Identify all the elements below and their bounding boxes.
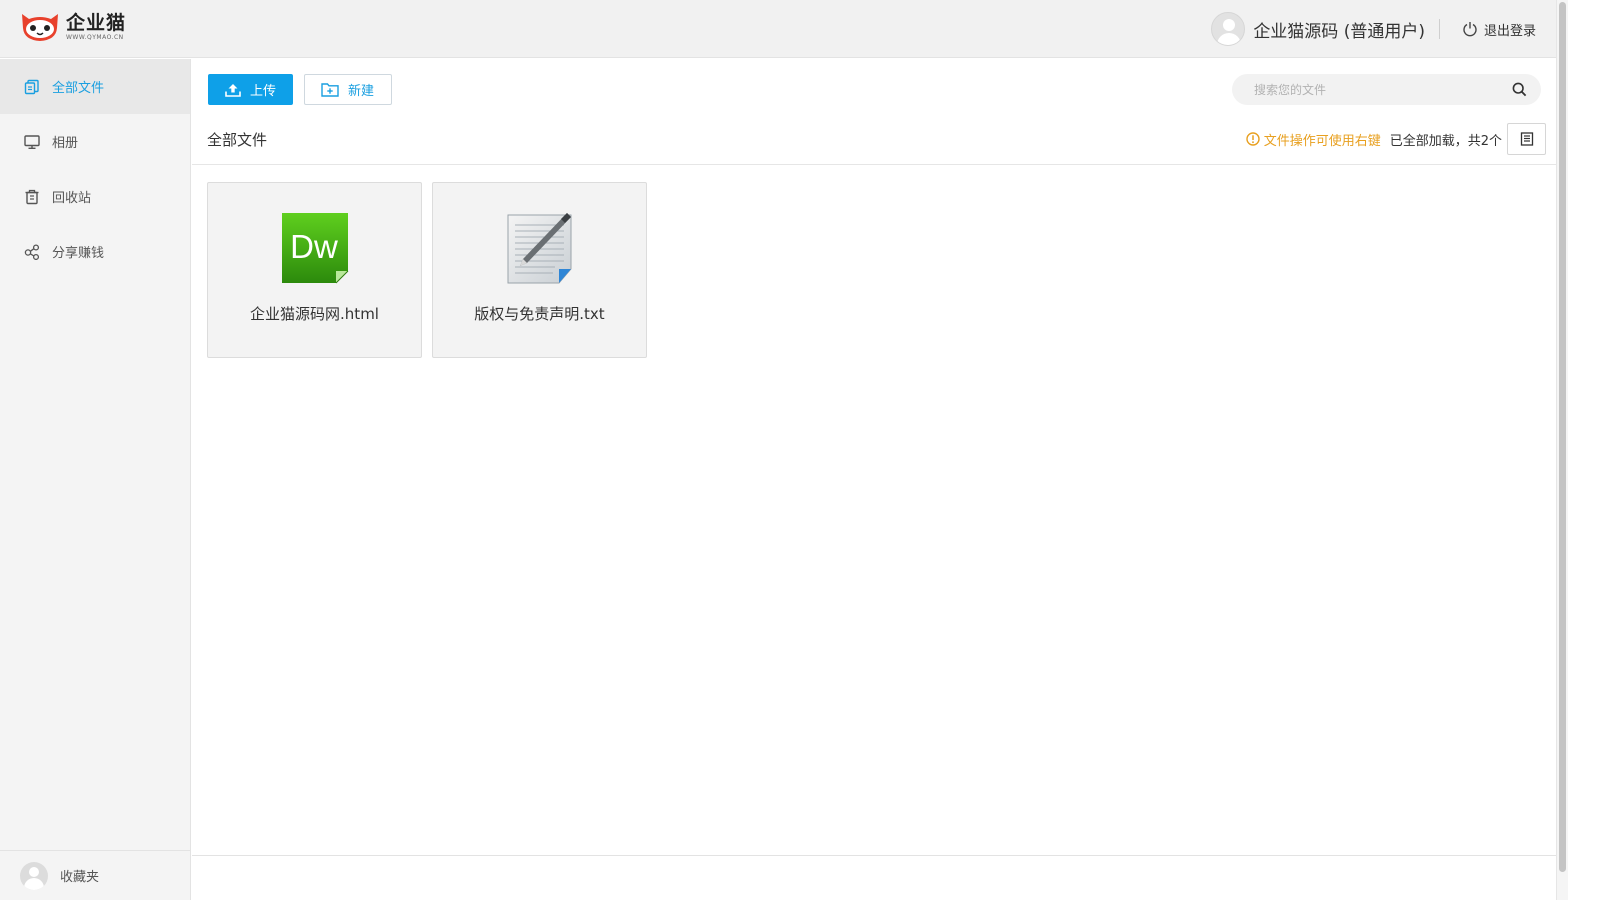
main-content: 上传 新建 全部文件 文件操作可使用右键 bbox=[192, 59, 1556, 900]
top-header: 企业猫 WWW.QYMAO.CN 企业猫源码 (普通用户) 退出登录 bbox=[0, 0, 1556, 58]
sidebar-item-share-earn[interactable]: 分享赚钱 bbox=[0, 224, 190, 279]
search-box bbox=[1232, 74, 1541, 105]
logout-button[interactable]: 退出登录 bbox=[1462, 20, 1536, 39]
loaded-count: 已全部加载，共2个 bbox=[1389, 133, 1502, 149]
search-input[interactable] bbox=[1254, 82, 1512, 97]
search-icon[interactable] bbox=[1512, 82, 1527, 97]
right-gutter bbox=[1568, 0, 1600, 900]
new-label: 新建 bbox=[348, 84, 375, 99]
sidebar-item-label: 相册 bbox=[52, 136, 79, 151]
sidebar-item-label: 分享赚钱 bbox=[52, 246, 105, 261]
favorites-entry[interactable]: 收藏夹 bbox=[0, 850, 190, 900]
power-icon bbox=[1463, 22, 1477, 37]
header-divider bbox=[1438, 19, 1440, 39]
sidebar-item-album[interactable]: 相册 bbox=[0, 114, 190, 169]
user-area: 企业猫源码 (普通用户) 退出登录 bbox=[1211, 0, 1536, 58]
toolbar: 上传 新建 bbox=[208, 74, 392, 105]
file-name: 版权与免责声明.txt bbox=[474, 305, 605, 323]
sidebar-item-label: 全部文件 bbox=[52, 81, 105, 96]
scrollbar-thumb[interactable] bbox=[1559, 2, 1566, 872]
app-logo[interactable]: 企业猫 WWW.QYMAO.CN bbox=[20, 12, 126, 42]
breadcrumb-current[interactable]: 全部文件 bbox=[207, 129, 267, 150]
favorites-label: 收藏夹 bbox=[60, 870, 100, 885]
sidebar: 全部文件 相册 回收站 分享赚钱 收藏夹 bbox=[0, 59, 191, 900]
file-item[interactable]: Dw 企业猫源码网.html bbox=[207, 182, 422, 358]
file-name: 企业猫源码网.html bbox=[250, 305, 379, 323]
trash-icon bbox=[25, 189, 39, 204]
user-name[interactable]: 企业猫源码 (普通用户) bbox=[1253, 17, 1425, 42]
upload-button[interactable]: 上传 bbox=[208, 74, 293, 105]
avatar[interactable] bbox=[1211, 12, 1246, 46]
new-folder-button[interactable]: 新建 bbox=[304, 74, 392, 105]
cat-logo-icon bbox=[22, 14, 58, 41]
favorites-avatar bbox=[20, 861, 48, 890]
tip-text: 文件操作可使用右键 bbox=[1263, 133, 1381, 149]
upload-icon bbox=[225, 83, 241, 97]
info-icon bbox=[1246, 132, 1260, 146]
svg-text:Dw: Dw bbox=[290, 228, 338, 265]
list-view-icon bbox=[1520, 132, 1533, 146]
logo-name: 企业猫 bbox=[66, 11, 127, 34]
logo-url: WWW.QYMAO.CN bbox=[66, 33, 124, 41]
files-icon bbox=[24, 79, 39, 94]
scrollbar[interactable] bbox=[1556, 0, 1568, 900]
status-area: 文件操作可使用右键 已全部加载，共2个 bbox=[1246, 123, 1546, 155]
sidebar-item-all-files[interactable]: 全部文件 bbox=[0, 59, 190, 114]
logout-label: 退出登录 bbox=[1483, 23, 1536, 39]
right-click-tip: 文件操作可使用右键 bbox=[1246, 130, 1381, 149]
view-mode-toggle[interactable] bbox=[1507, 123, 1546, 155]
upload-label: 上传 bbox=[250, 84, 277, 99]
file-item[interactable]: 版权与免责声明.txt bbox=[432, 182, 647, 358]
file-grid: Dw 企业猫源码网.html 版权与免责声明.txt bbox=[207, 182, 657, 358]
sidebar-item-label: 回收站 bbox=[52, 191, 92, 206]
text-document-icon bbox=[505, 211, 575, 285]
new-folder-icon bbox=[321, 83, 339, 97]
monitor-icon bbox=[24, 134, 40, 149]
dreamweaver-icon: Dw bbox=[280, 211, 350, 285]
bottom-divider bbox=[192, 855, 1556, 856]
breadcrumb: 全部文件 文件操作可使用右键 已全部加载，共2个 bbox=[192, 121, 1556, 165]
share-icon bbox=[24, 243, 40, 260]
sidebar-item-recycle-bin[interactable]: 回收站 bbox=[0, 169, 190, 224]
